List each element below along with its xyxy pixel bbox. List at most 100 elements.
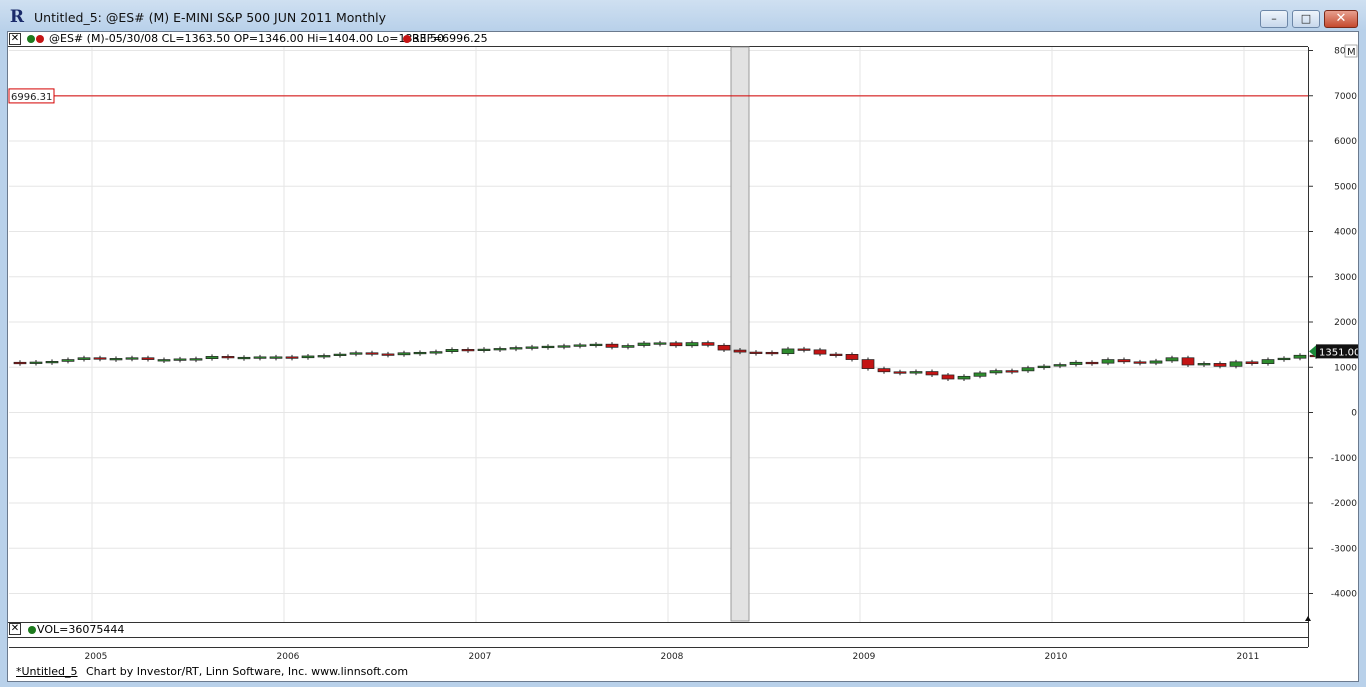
candle-body: [125, 357, 139, 360]
volume-dot-icon: [28, 626, 36, 634]
y-tick-label: 4000: [1334, 228, 1357, 238]
maximize-button[interactable]: □: [1292, 10, 1320, 28]
candle-body: [285, 356, 299, 359]
candle-body: [861, 359, 875, 369]
candle-body: [1165, 357, 1179, 362]
candle-body: [237, 356, 251, 360]
x-tick-label: 2008: [661, 652, 684, 662]
candle-body: [541, 345, 555, 349]
candle-body: [1037, 365, 1051, 369]
candle-body: [413, 351, 427, 355]
candle-body: [1245, 361, 1259, 364]
candle-body: [605, 343, 619, 348]
candle-body: [893, 371, 907, 374]
candle-body: [189, 358, 203, 361]
candle-body: [29, 361, 43, 364]
candle-body: [397, 352, 411, 356]
price-chart[interactable]: 20052006200720082009201020116996.3180007…: [8, 32, 1358, 682]
candle-body: [1213, 363, 1227, 367]
candle-body: [1261, 359, 1275, 364]
candle-body: [61, 359, 75, 362]
candle-body: [733, 349, 747, 353]
candle-body: [589, 343, 603, 347]
app-window: R Untitled_5: @ES# (M) E-MINI S&P 500 JU…: [0, 0, 1366, 687]
candle-body: [1181, 357, 1195, 366]
candle-body: [141, 357, 155, 360]
candle-body: [669, 342, 683, 347]
candle-body: [445, 349, 459, 352]
candle-body: [221, 356, 235, 359]
close-button[interactable]: ✕: [1324, 10, 1358, 28]
candle-body: [253, 356, 267, 359]
close-icon: ✕: [1335, 11, 1347, 26]
candle-body: [365, 352, 379, 355]
candle-body: [77, 357, 91, 360]
candle-body: [877, 368, 891, 373]
candle-body: [749, 351, 763, 354]
minimize-icon: –: [1271, 12, 1277, 25]
y-tick-label: 6000: [1334, 137, 1357, 147]
minimize-button[interactable]: –: [1260, 10, 1288, 28]
y-tick-label: 3000: [1334, 273, 1357, 283]
candle-body: [685, 342, 699, 347]
cursor-highlight-bar: [730, 46, 750, 622]
candle-body: [717, 344, 731, 351]
volume-pane-header: ✕ VOL=36075444: [8, 622, 1308, 638]
candle-body: [45, 361, 59, 364]
candle-body: [845, 354, 859, 360]
axis-end-marker: [1305, 616, 1311, 621]
candle-body: [1149, 360, 1163, 364]
candle-body: [909, 371, 923, 374]
candle-body: [1197, 363, 1211, 366]
candle-body: [1021, 367, 1035, 372]
candle-body: [989, 370, 1003, 374]
candle-body: [1229, 361, 1243, 367]
candle-body: [637, 342, 651, 346]
candle-body: [333, 353, 347, 356]
y-tick-label: -3000: [1331, 544, 1357, 554]
candle-body: [1277, 357, 1291, 361]
candle-body: [1117, 359, 1131, 363]
tab-untitled-5[interactable]: *Untitled_5: [16, 664, 78, 680]
last-price-label: 1351.00: [1319, 347, 1358, 358]
candle-body: [493, 348, 507, 351]
candle-body: [973, 372, 987, 377]
credit-text: Chart by Investor/RT, Linn Software, Inc…: [86, 665, 409, 678]
close-volume-pane-icon[interactable]: ✕: [9, 623, 21, 635]
candle-body: [157, 359, 171, 362]
app-logo-icon: R: [9, 7, 25, 27]
candle-body: [477, 348, 491, 351]
y-tick-label: 7000: [1334, 92, 1357, 102]
candle-body: [621, 345, 635, 348]
candle-body: [765, 351, 779, 355]
candle-body: [525, 346, 539, 349]
x-tick-label: 2007: [469, 652, 492, 662]
candle-body: [957, 375, 971, 380]
candle-body: [509, 347, 523, 350]
title-bar[interactable]: R Untitled_5: @ES# (M) E-MINI S&P 500 JU…: [0, 0, 1366, 33]
status-bar: *Untitled_5 Chart by Investor/RT, Linn S…: [8, 664, 1358, 682]
y-tick-label: -4000: [1331, 590, 1357, 600]
candle-body: [429, 351, 443, 354]
x-tick-label: 2010: [1045, 652, 1068, 662]
candle-body: [173, 358, 187, 361]
candle-body: [381, 353, 395, 356]
candle-body: [13, 361, 27, 365]
candle-body: [1101, 359, 1115, 364]
y-tick-label: 0: [1351, 409, 1357, 419]
candle-body: [557, 345, 571, 348]
y-tick-label: 2000: [1334, 318, 1357, 328]
y-tick-label: -2000: [1331, 499, 1357, 509]
candle-body: [701, 342, 715, 346]
pane-mode-label: M: [1347, 47, 1356, 58]
candle-body: [349, 352, 363, 355]
candle-body: [781, 348, 795, 355]
candle-body: [301, 355, 315, 359]
y-tick-label: 5000: [1334, 182, 1357, 192]
y-tick-label: -1000: [1331, 454, 1357, 464]
x-tick-label: 2005: [85, 652, 108, 662]
candle-body: [109, 358, 123, 361]
y-tick-label: 1000: [1334, 363, 1357, 373]
x-tick-label: 2009: [853, 652, 876, 662]
chart-window[interactable]: ✕ @ES# (M)-05/30/08 CL=1363.50 OP=1346.0…: [7, 31, 1359, 682]
